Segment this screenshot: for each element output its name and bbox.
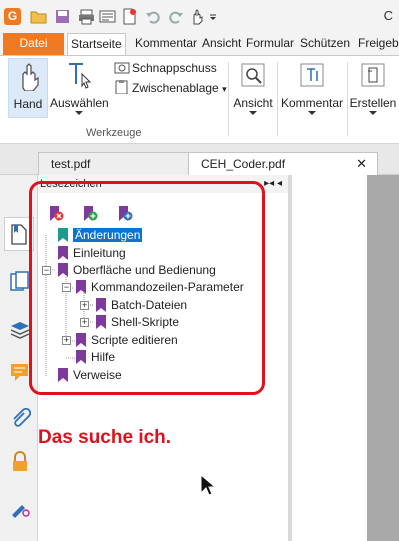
snapshot-label: Schnappschuss [132, 61, 217, 75]
print-icon[interactable] [78, 8, 95, 25]
security-lock-icon[interactable] [9, 451, 31, 473]
document-tab-bar: test.pdf CEH_Coder.pdf ✕ [0, 144, 399, 175]
create-label: Erstellen [349, 96, 397, 110]
comments-icon[interactable] [9, 361, 31, 383]
chevron-down-icon [249, 111, 257, 115]
tab-file[interactable]: Datei [3, 33, 64, 55]
snapshot-button[interactable]: Schnappschuss [114, 60, 217, 78]
doc-tab-label: test.pdf [51, 157, 91, 171]
view-button[interactable]: Ansicht [231, 58, 275, 118]
tab-view[interactable]: Ansicht [199, 33, 244, 55]
panel-controls: ▸◂ ◂ [264, 175, 282, 193]
clipboard-label: Zwischenablage [132, 81, 219, 95]
chevron-down-icon [369, 111, 377, 115]
hand-tool-icon[interactable] [189, 8, 206, 25]
attachment-icon[interactable] [9, 407, 31, 429]
comment-button[interactable]: Kommentar [279, 58, 345, 118]
hand-label: Hand [13, 97, 43, 111]
layers-icon[interactable] [9, 318, 31, 340]
document-properties-icon[interactable] [99, 8, 116, 25]
select-button[interactable]: Auswählen [50, 58, 109, 118]
ribbon-separator [228, 62, 229, 136]
hand-icon [22, 63, 39, 92]
customize-toolbar-icon[interactable] [209, 8, 217, 25]
new-document-icon[interactable] [121, 8, 138, 25]
document-view[interactable] [292, 175, 399, 541]
hand-button[interactable]: Hand [8, 58, 48, 118]
camera-icon [114, 62, 130, 74]
ribbon-tabs: Datei Startseite Kommentar Ansicht Formu… [0, 33, 399, 56]
pages-icon[interactable] [9, 271, 31, 293]
text-select-icon [69, 63, 92, 89]
tab-comment[interactable]: Kommentar [132, 33, 200, 55]
typewriter-icon [300, 63, 324, 87]
doc-tab-test[interactable]: test.pdf [38, 152, 190, 175]
tab-form[interactable]: Formular [243, 33, 297, 55]
annotation-text: Das suche ich. [38, 427, 172, 448]
create-button[interactable]: Erstellen [349, 58, 397, 118]
ribbon-home: Hand Auswählen Schnappschuss Zwischenabl… [0, 55, 399, 144]
clipboard-icon [115, 80, 128, 94]
doc-tab-label: CEH_Coder.pdf [201, 157, 286, 171]
chevron-down-icon [75, 111, 83, 115]
magnifier-icon [241, 63, 265, 87]
clipboard-button[interactable]: Zwischenablage ▾ [114, 80, 227, 98]
undo-icon[interactable] [145, 8, 162, 25]
ribbon-separator [277, 62, 278, 136]
panel-collapse-icon[interactable]: ◂ [277, 178, 282, 189]
tab-home[interactable]: Startseite [67, 33, 126, 56]
app-logo-icon[interactable]: G [4, 8, 21, 25]
document-page [292, 175, 367, 541]
save-icon[interactable] [54, 8, 71, 25]
signature-icon[interactable] [9, 496, 31, 518]
highlight-box [29, 181, 265, 395]
tab-protect[interactable]: Schützen [297, 33, 353, 55]
view-label: Ansicht [233, 96, 273, 110]
panel-expand-icon[interactable]: ▸◂ [264, 178, 274, 189]
close-icon[interactable]: ✕ [356, 153, 367, 175]
chevron-down-icon [308, 111, 316, 115]
group-label-tools: Werkzeuge [86, 127, 142, 139]
redo-icon[interactable] [167, 8, 184, 25]
open-folder-icon[interactable] [30, 8, 47, 25]
mouse-cursor-icon [200, 474, 216, 496]
select-label: Auswählen [50, 96, 109, 110]
create-pdf-icon [361, 63, 385, 87]
tab-share[interactable]: Freigeben [355, 33, 399, 55]
ribbon-separator [347, 62, 348, 136]
doc-tab-ceh-coder[interactable]: CEH_Coder.pdf ✕ [188, 152, 378, 175]
window-title: C [383, 8, 393, 23]
comment-label: Kommentar [280, 96, 344, 110]
quick-access-toolbar: G C [0, 0, 399, 33]
chevron-down-icon: ▾ [222, 84, 227, 94]
